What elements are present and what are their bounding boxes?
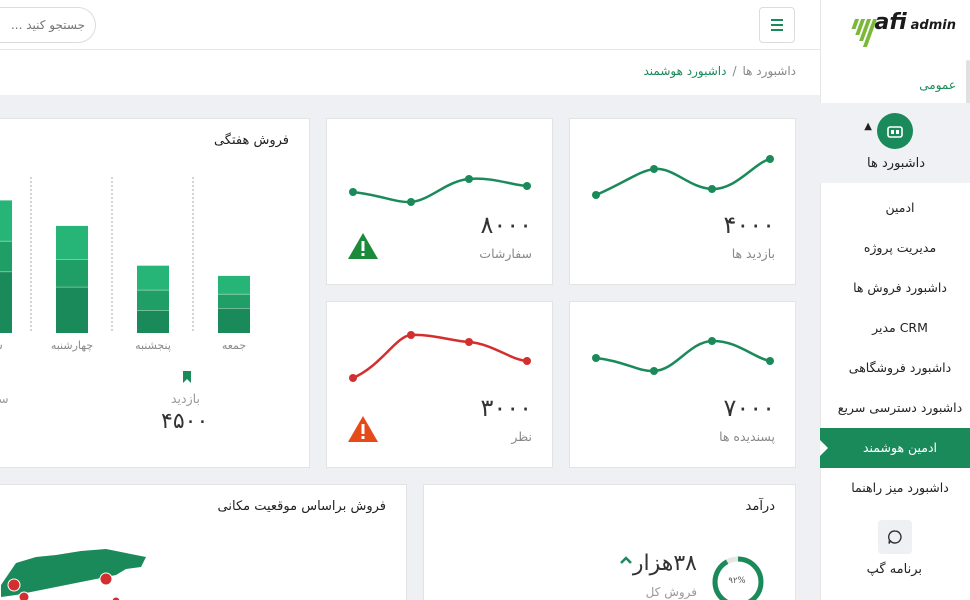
bookmark-icon: [183, 371, 191, 383]
weekly-sales-chart: جمعه پنجشنبه چهارشنبه س: [0, 177, 250, 352]
likes-sparkline: [592, 337, 774, 375]
dashboard-icon: [877, 113, 913, 149]
location-sales-title: فروش براساس موقعیت مکانی: [217, 499, 386, 514]
logo-mark-icon: [845, 19, 878, 47]
bar-segment: [0, 271, 12, 333]
visits-value: ۴۰۰۰: [723, 211, 775, 239]
comments-value: ۳۰۰۰: [480, 394, 532, 422]
revenue-value: ۳۸هزار: [632, 551, 697, 576]
stat-card-orders: ۸۰۰۰ سفارشات: [326, 118, 553, 285]
bar-segment: [137, 290, 169, 311]
weekly-sales-card: فروش هفتگی جمعهپنجشنبهچهارشنبهس بازدید ۴…: [0, 118, 310, 468]
revenue-percent: ۹۲%: [728, 576, 746, 586]
bar-segment: [218, 275, 250, 295]
x-tick-label: پنجشنبه: [135, 339, 171, 352]
bar-segment: [56, 225, 88, 260]
orders-label: سفارشات: [479, 246, 532, 261]
top-header: [0, 0, 820, 50]
breadcrumb-separator: /: [732, 64, 737, 78]
comments-label: نظر: [511, 429, 532, 444]
warning-icon: [348, 416, 378, 442]
visits-legend-label: بازدید: [171, 391, 200, 406]
menu-icon: [771, 24, 783, 26]
breadcrumb-parent[interactable]: داشبورد ها: [743, 64, 797, 78]
sidebar-item[interactable]: مدیریت پروژه: [820, 228, 970, 268]
comments-sparkline: [349, 331, 531, 382]
stat-card-visits: ۴۰۰۰ بازدید ها: [569, 118, 796, 285]
revenue-title: درآمد: [745, 499, 775, 514]
world-map: [1, 549, 146, 600]
bar-segment: [137, 310, 169, 333]
sidebar-group-label: داشبورد ها: [867, 156, 925, 171]
sidebar-item[interactable]: داشبورد فروش ها: [820, 268, 970, 308]
bar-segment: [137, 265, 169, 291]
visits-label: بازدید ها: [731, 246, 775, 261]
bar-segment: [218, 308, 250, 333]
sidebar-item[interactable]: ادمین: [820, 188, 970, 228]
sidebar-section-label: عمومی: [919, 78, 956, 92]
likes-label: پسندیده ها: [719, 429, 775, 444]
chevron-up-icon: ▲: [864, 121, 872, 132]
app-logo[interactable]: afi admin: [850, 10, 956, 47]
breadcrumb-current: داشبورد هوشمند: [643, 64, 727, 78]
chevron-up-icon: [620, 556, 632, 564]
likes-value: ۷۰۰۰: [723, 394, 775, 422]
sidebar-item[interactable]: داشبورد فروشگاهی: [820, 348, 970, 388]
sidebar-submenu: ادمین مدیریت پروژه داشبورد فروش ها مدیر CRM…: [820, 188, 970, 508]
breadcrumb: داشبورد ها / داشبورد هوشمند: [0, 50, 820, 95]
sidebar: afi admin عمومی ▲ داشبورد ها ادمین مدیریت…: [820, 0, 970, 600]
orders-value: ۸۰۰۰: [480, 211, 532, 239]
menu-icon: [771, 29, 783, 31]
bar-segment: [56, 287, 88, 333]
orders-sparkline: [349, 175, 531, 206]
warning-icon: [348, 233, 378, 259]
sidebar-item[interactable]: ادمین هوشمند: [820, 428, 970, 468]
location-sales-card: فروش براساس موقعیت مکانی: [0, 484, 407, 600]
logo-text: afi: [874, 10, 907, 35]
menu-icon: [771, 19, 783, 21]
stat-card-likes: ۷۰۰۰ پسندیده ها: [569, 301, 796, 468]
chat-icon[interactable]: [878, 520, 912, 554]
sidebar-item[interactable]: مدیر CRM: [820, 308, 970, 348]
bar-segment: [0, 241, 12, 272]
menu-toggle-button[interactable]: [759, 7, 795, 43]
sidebar-item[interactable]: داشبورد دسترسی سریع: [820, 388, 970, 428]
bar-segment: [56, 259, 88, 288]
revenue-card: درآمد ۳۸هزار فروش کل ۹۲%: [423, 484, 796, 600]
sidebar-group-dashboards[interactable]: ▲ داشبورد ها: [820, 103, 970, 183]
x-tick-label: جمعه: [222, 339, 246, 352]
bar-segment: [218, 294, 250, 309]
logo-subtext: admin: [910, 18, 956, 33]
x-tick-label: س: [0, 339, 3, 352]
visits-sparkline: [592, 155, 774, 199]
revenue-label: فروش کل: [645, 585, 697, 599]
x-tick-label: چهارشنبه: [51, 339, 93, 352]
stat-card-comments: ۳۰۰۰ نظر: [326, 301, 553, 468]
sales-legend-label: سفا: [0, 391, 9, 406]
sidebar-item-chat[interactable]: برنامه گپ: [867, 562, 922, 577]
sidebar-item[interactable]: داشبورد میز راهنما: [820, 468, 970, 508]
search-input[interactable]: [0, 7, 96, 43]
bar-segment: [0, 200, 12, 242]
visits-legend-value: ۴۵۰۰: [161, 409, 209, 434]
